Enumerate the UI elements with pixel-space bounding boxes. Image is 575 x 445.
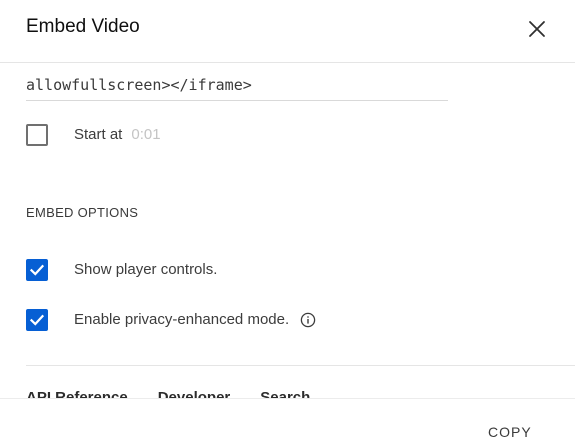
copy-button[interactable]: COPY — [488, 420, 532, 444]
dialog-title: Embed Video — [26, 16, 140, 37]
options-divider — [26, 365, 575, 366]
start-at-checkbox[interactable] — [26, 124, 48, 146]
show-player-controls-checkbox[interactable] — [26, 259, 48, 281]
privacy-enhanced-mode-checkbox[interactable] — [26, 309, 48, 331]
option-show-player-controls: Show player controls. — [26, 255, 217, 285]
privacy-enhanced-mode-label: Enable privacy-enhanced mode. — [74, 311, 290, 328]
info-icon[interactable] — [299, 311, 317, 329]
tab-search[interactable]: Search — [260, 388, 310, 398]
header-divider — [0, 62, 575, 63]
start-at-label: Start at — [74, 126, 123, 143]
start-at-row: Start at 0:01 — [26, 120, 161, 150]
footer-divider — [0, 398, 575, 399]
embed-code-text: allowfullscreen></iframe> — [26, 76, 252, 94]
embed-code-field[interactable]: allowfullscreen></iframe> — [26, 66, 448, 101]
close-icon — [529, 21, 545, 37]
start-at-time-input[interactable]: 0:01 — [131, 125, 160, 145]
tab-api-reference[interactable]: API Reference — [26, 388, 128, 398]
tab-developer[interactable]: Developer — [158, 388, 231, 398]
checkmark-icon — [29, 264, 45, 276]
show-player-controls-label: Show player controls. — [74, 261, 218, 278]
checkmark-icon — [29, 314, 45, 326]
embed-options-heading: EMBED OPTIONS — [26, 205, 139, 220]
reference-links-strip: API Reference Developer Search — [26, 388, 575, 398]
dialog-header: Embed Video — [0, 0, 575, 62]
embed-video-dialog: Embed Video allowfullscreen></iframe> St… — [0, 0, 575, 445]
close-button[interactable] — [520, 12, 554, 46]
option-privacy-enhanced-mode: Enable privacy-enhanced mode. — [26, 305, 317, 335]
